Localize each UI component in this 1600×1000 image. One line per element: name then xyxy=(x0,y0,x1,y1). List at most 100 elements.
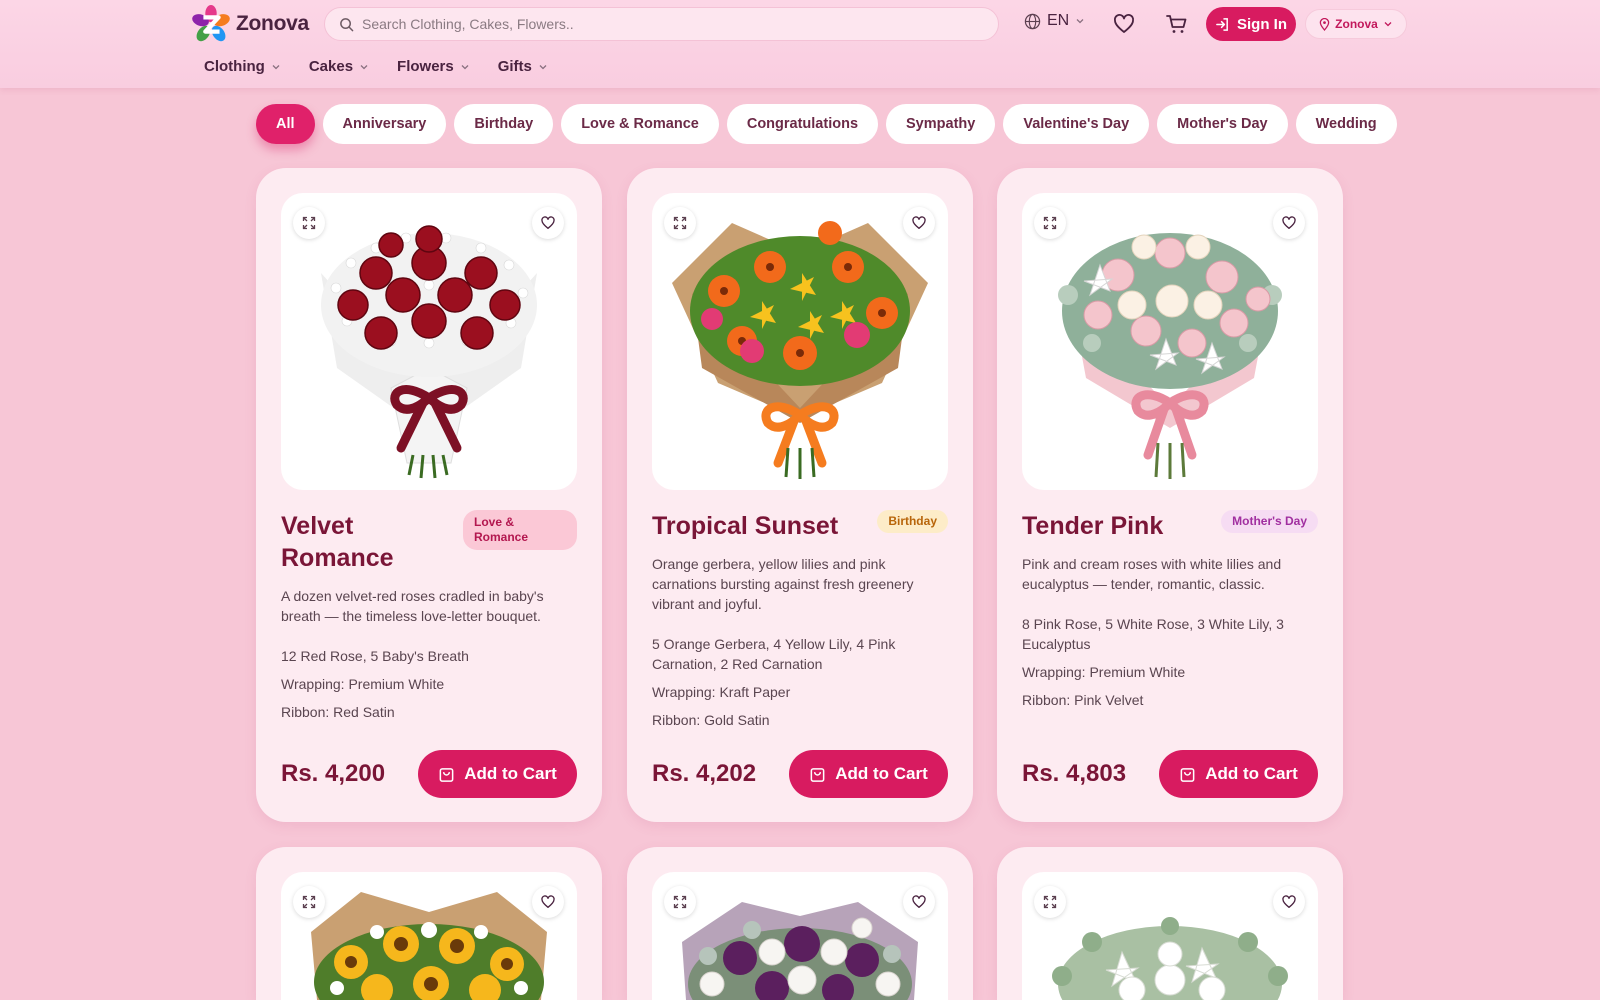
location-pin-icon xyxy=(1319,17,1330,31)
pink-rose-bouquet-image xyxy=(1058,233,1282,479)
globe-icon xyxy=(1024,13,1041,29)
search-input[interactable] xyxy=(362,16,962,32)
nav-item-clothing[interactable]: Clothing xyxy=(204,58,281,75)
filter-chip-congratulations[interactable]: Congratulations xyxy=(726,104,879,144)
product-description: Orange gerbera, yellow lilies and pink c… xyxy=(652,556,914,612)
store-selector[interactable]: Zonova xyxy=(1305,9,1407,39)
red-rose-bouquet-image xyxy=(321,225,537,479)
language-selector[interactable]: EN xyxy=(1024,12,1085,30)
chevron-down-icon xyxy=(1384,22,1392,27)
nav-item-cakes[interactable]: Cakes xyxy=(309,58,369,75)
product-card[interactable] xyxy=(627,847,973,1000)
product-image[interactable] xyxy=(281,872,577,1000)
product-contents: 5 Orange Gerbera, 4 Yellow Lily, 4 Pink … xyxy=(652,636,896,672)
search-icon xyxy=(340,17,354,31)
sunflower-bouquet-image xyxy=(311,892,547,1000)
nav-item-flowers[interactable]: Flowers xyxy=(397,58,470,75)
product-card[interactable] xyxy=(997,847,1343,1000)
product-wrapping: Wrapping: Premium White xyxy=(1022,664,1186,680)
heart-icon xyxy=(912,216,926,229)
category-nav: Clothing Cakes Flowers Gifts xyxy=(204,58,548,75)
add-to-cart-button[interactable]: Add to Cart xyxy=(418,750,577,798)
purple-white-bouquet-image xyxy=(682,902,918,1000)
chevron-down-icon xyxy=(461,64,469,69)
product-price: Rs. 4,803 xyxy=(1022,760,1127,787)
product-image[interactable] xyxy=(281,193,577,490)
product-card[interactable] xyxy=(256,847,602,1000)
filter-chip-anniversary[interactable]: Anniversary xyxy=(322,104,447,144)
product-wrapping: Wrapping: Premium White xyxy=(281,676,445,692)
product-card[interactable]: Velvet Romance Love & Romance A dozen ve… xyxy=(256,168,602,822)
filter-chip-sympathy[interactable]: Sympathy xyxy=(886,104,996,144)
add-to-cart-label: Add to Cart xyxy=(464,764,557,783)
nav-label: Gifts xyxy=(497,58,532,75)
add-to-wishlist-button[interactable] xyxy=(532,886,564,918)
language-label: EN xyxy=(1047,12,1070,29)
filter-chip-wedding[interactable]: Wedding xyxy=(1295,104,1397,144)
tropical-bouquet-image xyxy=(672,221,928,479)
add-to-wishlist-button[interactable] xyxy=(532,207,564,239)
occasion-badge: Mother's Day xyxy=(1221,510,1318,533)
expand-image-button[interactable] xyxy=(293,207,325,239)
product-card[interactable]: Tender Pink Mother's Day Pink and cream … xyxy=(997,168,1343,822)
product-title: Tender Pink xyxy=(1022,512,1164,540)
add-to-cart-button[interactable]: Add to Cart xyxy=(1159,750,1318,798)
filter-chip-birthday[interactable]: Birthday xyxy=(454,104,554,144)
product-ribbon: Ribbon: Red Satin xyxy=(281,704,395,720)
product-title: Velvet Romance xyxy=(281,512,394,572)
product-contents: 8 Pink Rose, 5 White Rose, 3 White Lily,… xyxy=(1022,616,1284,652)
product-image[interactable] xyxy=(1022,872,1318,1000)
heart-icon xyxy=(541,216,555,229)
expand-image-button[interactable] xyxy=(293,886,325,918)
product-price: Rs. 4,202 xyxy=(652,760,757,787)
filter-chip-love-romance[interactable]: Love & Romance xyxy=(561,104,719,144)
filter-chip-mothers-day[interactable]: Mother's Day xyxy=(1157,104,1288,144)
add-to-wishlist-button[interactable] xyxy=(1273,207,1305,239)
expand-image-button[interactable] xyxy=(1034,886,1066,918)
search-bar[interactable] xyxy=(324,7,999,41)
product-image[interactable] xyxy=(652,872,948,1000)
expand-image-button[interactable] xyxy=(1034,207,1066,239)
add-to-wishlist-button[interactable] xyxy=(903,886,935,918)
white-lily-bouquet-image xyxy=(1052,917,1288,1000)
heart-icon xyxy=(1282,895,1296,908)
occasion-badge: Birthday xyxy=(877,510,948,533)
brand-name: Zonova xyxy=(236,12,309,35)
product-title: Tropical Sunset xyxy=(652,512,839,540)
product-ribbon: Ribbon: Gold Satin xyxy=(652,712,770,728)
product-description: Pink and cream roses with white lilies a… xyxy=(1022,556,1282,592)
chevron-down-icon xyxy=(539,64,547,69)
expand-icon xyxy=(673,895,687,909)
top-header: Zonova EN Sign In xyxy=(0,0,1600,88)
nav-label: Clothing xyxy=(204,58,265,75)
add-to-wishlist-button[interactable] xyxy=(1273,886,1305,918)
add-to-wishlist-button[interactable] xyxy=(903,207,935,239)
shopping-bag-icon xyxy=(1180,767,1195,782)
nav-label: Flowers xyxy=(397,58,454,75)
nav-item-gifts[interactable]: Gifts xyxy=(498,58,548,75)
brand-logo[interactable]: Zonova xyxy=(192,4,309,44)
filter-chip-all[interactable]: All xyxy=(256,104,315,144)
product-image[interactable] xyxy=(1022,193,1318,490)
add-to-cart-button[interactable]: Add to Cart xyxy=(789,750,948,798)
heart-icon xyxy=(1282,216,1296,229)
heart-icon xyxy=(541,895,555,908)
wishlist-heart-icon[interactable] xyxy=(1112,12,1136,36)
expand-image-button[interactable] xyxy=(664,886,696,918)
nav-label: Cakes xyxy=(308,58,354,75)
filter-chip-valentines-day[interactable]: Valentine's Day xyxy=(1003,104,1150,144)
zonova-logo-icon xyxy=(192,5,230,42)
chevron-down-icon xyxy=(272,64,280,69)
product-card[interactable]: Tropical Sunset Birthday Orange gerbera,… xyxy=(627,168,973,822)
expand-image-button[interactable] xyxy=(664,207,696,239)
product-description: A dozen velvet-red roses cradled in baby… xyxy=(281,588,544,624)
expand-icon xyxy=(1043,216,1057,230)
chevron-down-icon xyxy=(1076,19,1084,24)
chevron-down-icon xyxy=(360,64,368,69)
product-image[interactable] xyxy=(652,193,948,490)
product-ribbon: Ribbon: Pink Velvet xyxy=(1022,692,1144,708)
cart-icon[interactable] xyxy=(1165,12,1189,36)
expand-icon xyxy=(302,895,316,909)
shopping-bag-icon xyxy=(810,767,825,782)
sign-in-button[interactable]: Sign In xyxy=(1206,7,1296,41)
